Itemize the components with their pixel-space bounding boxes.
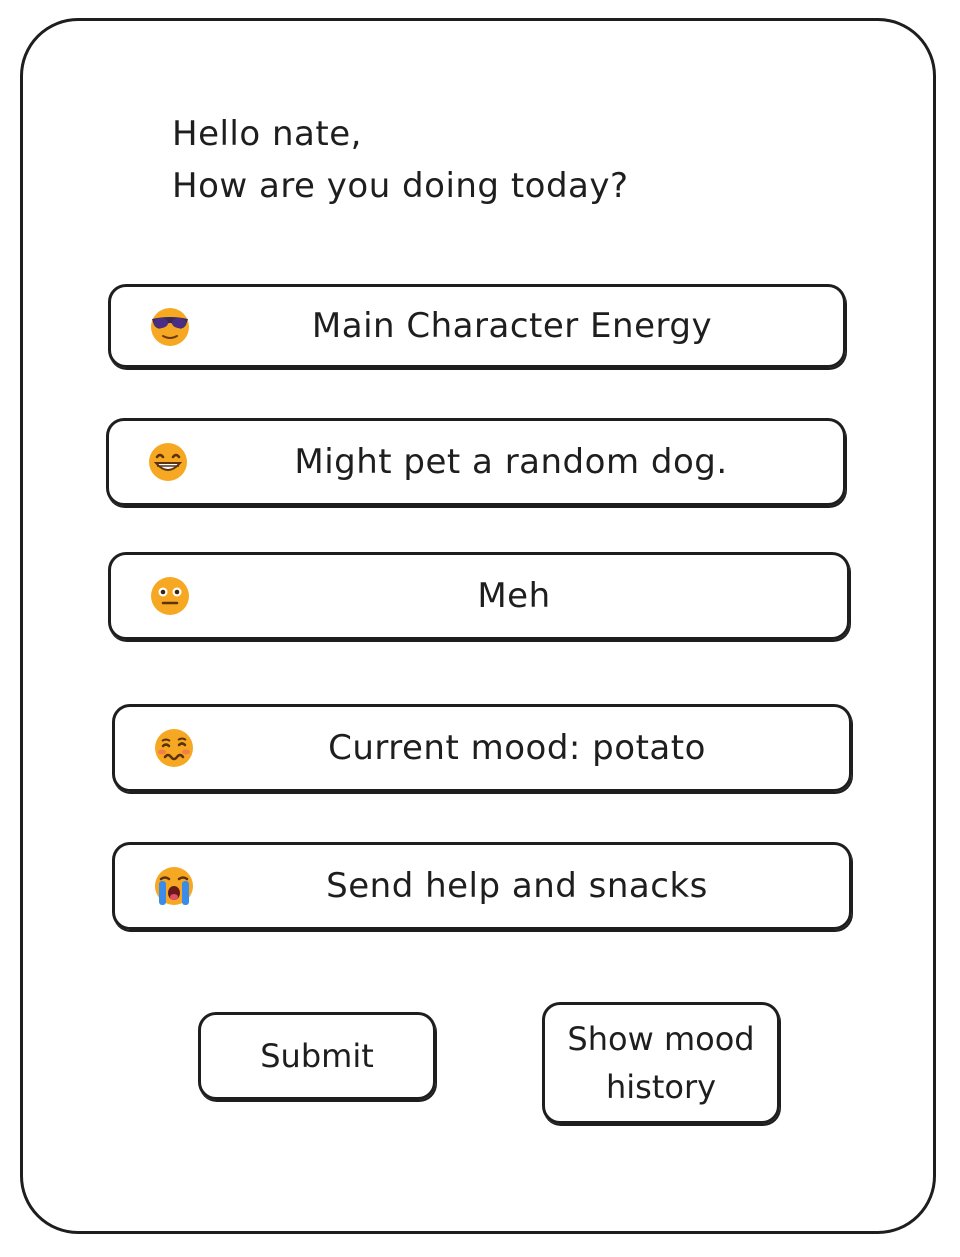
mood-label: Meh: [477, 576, 551, 616]
crying-face-icon: [155, 867, 193, 905]
greeting-line-2: How are you doing today?: [172, 166, 629, 206]
sunglasses-face-icon: [151, 308, 189, 346]
greeting-line-1: Hello nate,: [172, 114, 362, 154]
mood-option-main-character[interactable]: Main Character Energy: [108, 284, 846, 368]
show-mood-history-button[interactable]: Show mood history: [542, 1002, 780, 1124]
mood-label: Send help and snacks: [326, 866, 708, 906]
mood-option-meh[interactable]: Meh: [108, 552, 850, 640]
woozy-face-icon: [155, 729, 193, 767]
mood-label: Might pet a random dog.: [294, 442, 728, 482]
mood-label: Main Character Energy: [311, 306, 713, 346]
mood-option-potato[interactable]: Current mood: potato: [112, 704, 852, 792]
mood-option-pet-dog[interactable]: Might pet a random dog.: [106, 418, 846, 506]
submit-button[interactable]: Submit: [198, 1012, 436, 1100]
neutral-face-icon: [151, 577, 189, 615]
mood-label: Current mood: potato: [328, 728, 706, 768]
greeting: Hello nate, How are you doing today?: [172, 108, 629, 212]
grinning-face-icon: [149, 443, 187, 481]
mood-option-send-help[interactable]: Send help and snacks: [112, 842, 852, 930]
